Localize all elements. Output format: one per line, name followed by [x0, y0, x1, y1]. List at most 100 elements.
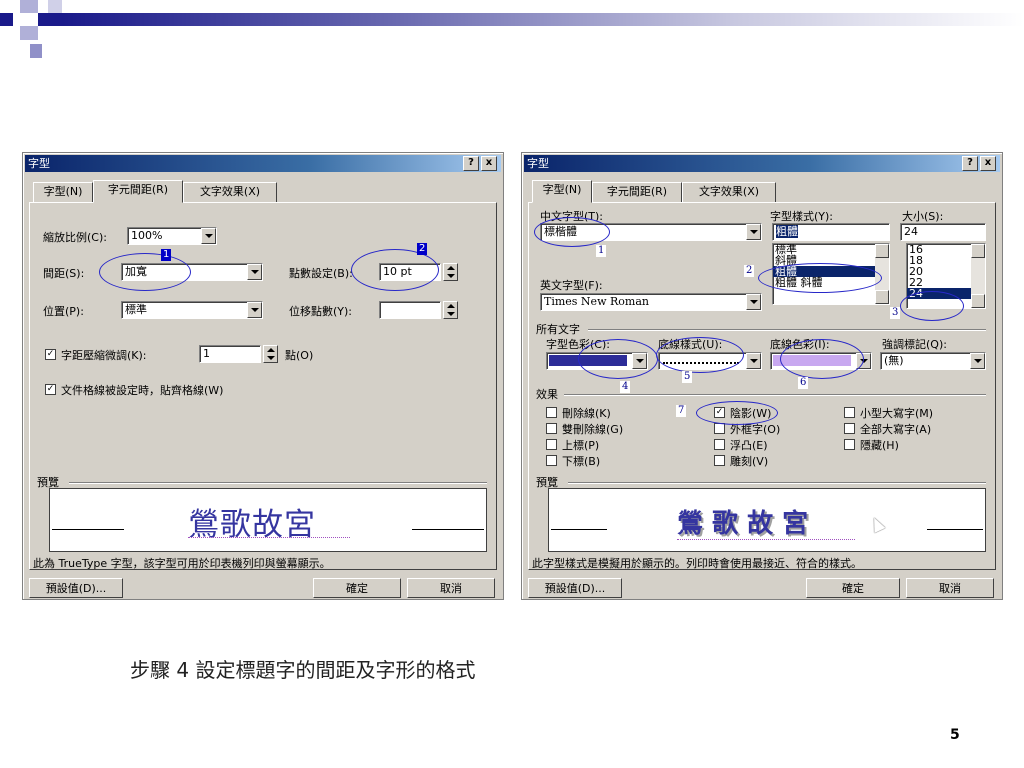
- tab-effects[interactable]: 文字效果(X): [682, 182, 776, 203]
- cancel-button[interactable]: 取消: [906, 578, 994, 598]
- footer-text: 此字型樣式是模擬用於顯示的。列印時會使用最接近、符合的樣式。: [532, 557, 862, 570]
- points-label: 點數設定(B):: [289, 267, 353, 280]
- scroll-down-arrow-icon[interactable]: [971, 294, 985, 308]
- position-select[interactable]: 標準: [121, 301, 263, 319]
- annotation-oval-shadow: [696, 401, 778, 425]
- annotation-mark-6: 6: [798, 377, 809, 389]
- snap-to-grid-label: 文件格線被設定時，貼齊格線(W): [61, 384, 224, 397]
- dialog-title: 字型: [527, 157, 549, 170]
- tab-effects[interactable]: 文字效果(X): [183, 182, 277, 203]
- deco-square-3: [38, 13, 62, 26]
- help-button[interactable]: ?: [962, 156, 978, 171]
- annotation-oval-points: [351, 249, 439, 291]
- emphasis-dropdown-button[interactable]: [970, 353, 985, 369]
- close-button[interactable]: x: [481, 156, 497, 171]
- cn-font-dropdown-button[interactable]: [746, 224, 761, 240]
- tab-font[interactable]: 字型(N): [33, 182, 93, 203]
- annotation-mark-2: 2: [744, 265, 755, 277]
- offset-label: 位移點數(Y):: [289, 305, 353, 318]
- preview-group-line: [568, 482, 986, 483]
- effect-label: 隱藏(H): [860, 439, 899, 452]
- font-dialog-font: 字型 ? x 字型(N) 字元間距(R) 文字效果(X) 中文字型(T): 標楷…: [521, 152, 1003, 600]
- preview-baseline-left: [52, 529, 124, 530]
- annotation-oval-underline-color: [780, 339, 864, 379]
- annotation-mark-2: 2: [417, 243, 428, 255]
- annotation-oval-cn-font: [534, 217, 610, 247]
- scroll-up-arrow-icon[interactable]: [971, 244, 985, 258]
- preview-box: 鶯 歌 故 宮: [548, 488, 986, 552]
- effect-label: 上標(P): [562, 439, 600, 452]
- tab-spacing[interactable]: 字元間距(R): [592, 182, 682, 203]
- all-text-label: 所有文字: [536, 321, 584, 337]
- scale-label: 縮放比例(C):: [43, 231, 107, 244]
- preview-kerning-underline: [188, 535, 350, 538]
- effect-checkbox[interactable]: [844, 407, 855, 418]
- style-input[interactable]: 粗體: [772, 223, 890, 241]
- effects-group-line: [564, 394, 986, 395]
- close-button[interactable]: x: [980, 156, 996, 171]
- default-button[interactable]: 預設值(D)...: [528, 578, 622, 598]
- points-spinner[interactable]: [443, 263, 458, 281]
- spacing-dropdown-button[interactable]: [247, 264, 262, 280]
- page-number: 5: [950, 727, 960, 743]
- ok-button[interactable]: 確定: [313, 578, 401, 598]
- snap-to-grid-checkbox[interactable]: ✓: [45, 384, 56, 395]
- annotation-mark-7: 7: [676, 405, 687, 417]
- annotation-mark-4: 4: [620, 381, 631, 393]
- tab-spacing[interactable]: 字元間距(R): [93, 180, 183, 203]
- position-dropdown-button[interactable]: [247, 302, 262, 318]
- deco-square-4: [20, 26, 38, 40]
- default-button[interactable]: 預設值(D)...: [29, 578, 123, 598]
- footer-text: 此為 TrueType 字型，該字型可用於印表機列印與螢幕顯示。: [33, 557, 331, 570]
- scroll-down-arrow-icon[interactable]: [875, 290, 889, 304]
- effect-label: 小型大寫字(M): [860, 407, 934, 420]
- effect-label: 雙刪除線(G): [562, 423, 624, 436]
- deco-square-5: [48, 0, 62, 13]
- annotation-mark-5: 5: [682, 371, 693, 383]
- effect-checkbox[interactable]: [714, 455, 725, 466]
- annotation-oval-font-color: [578, 339, 658, 379]
- size-input[interactable]: 24: [900, 223, 986, 241]
- kerning-input[interactable]: 1: [199, 345, 261, 363]
- effect-checkbox[interactable]: [714, 423, 725, 434]
- scale-dropdown-button[interactable]: [201, 228, 216, 244]
- effect-checkbox[interactable]: [844, 439, 855, 450]
- offset-input[interactable]: [379, 301, 441, 319]
- effect-checkbox[interactable]: [546, 439, 557, 450]
- preview-baseline-left: [551, 529, 607, 530]
- preview-text: 鶯 歌 故 宮: [677, 509, 809, 539]
- en-font-select[interactable]: Times New Roman: [540, 293, 762, 311]
- offset-spinner[interactable]: [443, 301, 458, 319]
- effect-label: 下標(B): [562, 455, 601, 468]
- effect-checkbox[interactable]: [546, 407, 557, 418]
- effect-checkbox[interactable]: [714, 439, 725, 450]
- effect-checkbox[interactable]: [844, 423, 855, 434]
- tab-font[interactable]: 字型(N): [532, 180, 592, 203]
- kerning-spinner[interactable]: [263, 345, 278, 363]
- font-dialog-spacing: 字型 ? x 字型(N) 字元間距(R) 文字效果(X) 縮放比例(C): 10…: [22, 152, 504, 600]
- effect-checkbox[interactable]: [546, 455, 557, 466]
- preview-group-line: [69, 482, 487, 483]
- spacing-label: 間距(S):: [43, 267, 85, 280]
- cancel-button[interactable]: 取消: [407, 578, 495, 598]
- effects-label: 效果: [536, 386, 562, 402]
- en-font-dropdown-button[interactable]: [746, 294, 761, 310]
- annotation-mark-3: 3: [890, 307, 901, 319]
- kerning-checkbox[interactable]: ✓: [45, 349, 56, 360]
- ok-button[interactable]: 確定: [806, 578, 900, 598]
- annotation-oval-underline-style: [656, 337, 744, 373]
- underline-style-dropdown-button[interactable]: [746, 353, 761, 369]
- effect-label: 浮凸(E): [730, 439, 768, 452]
- annotation-oval-style: [758, 263, 882, 293]
- dialog-title-bar: 字型: [25, 155, 501, 172]
- annotation-oval-size: [900, 291, 964, 321]
- deco-square-6: [30, 44, 42, 58]
- preview-underline: [677, 537, 855, 540]
- effect-label: 全部大寫字(A): [860, 423, 932, 436]
- size-list-scrollbar[interactable]: [971, 244, 985, 308]
- preview-baseline-right: [412, 529, 484, 530]
- scroll-up-arrow-icon[interactable]: [875, 244, 889, 258]
- help-button[interactable]: ?: [463, 156, 479, 171]
- annotation-mark-1: 1: [596, 245, 607, 257]
- effect-checkbox[interactable]: [546, 423, 557, 434]
